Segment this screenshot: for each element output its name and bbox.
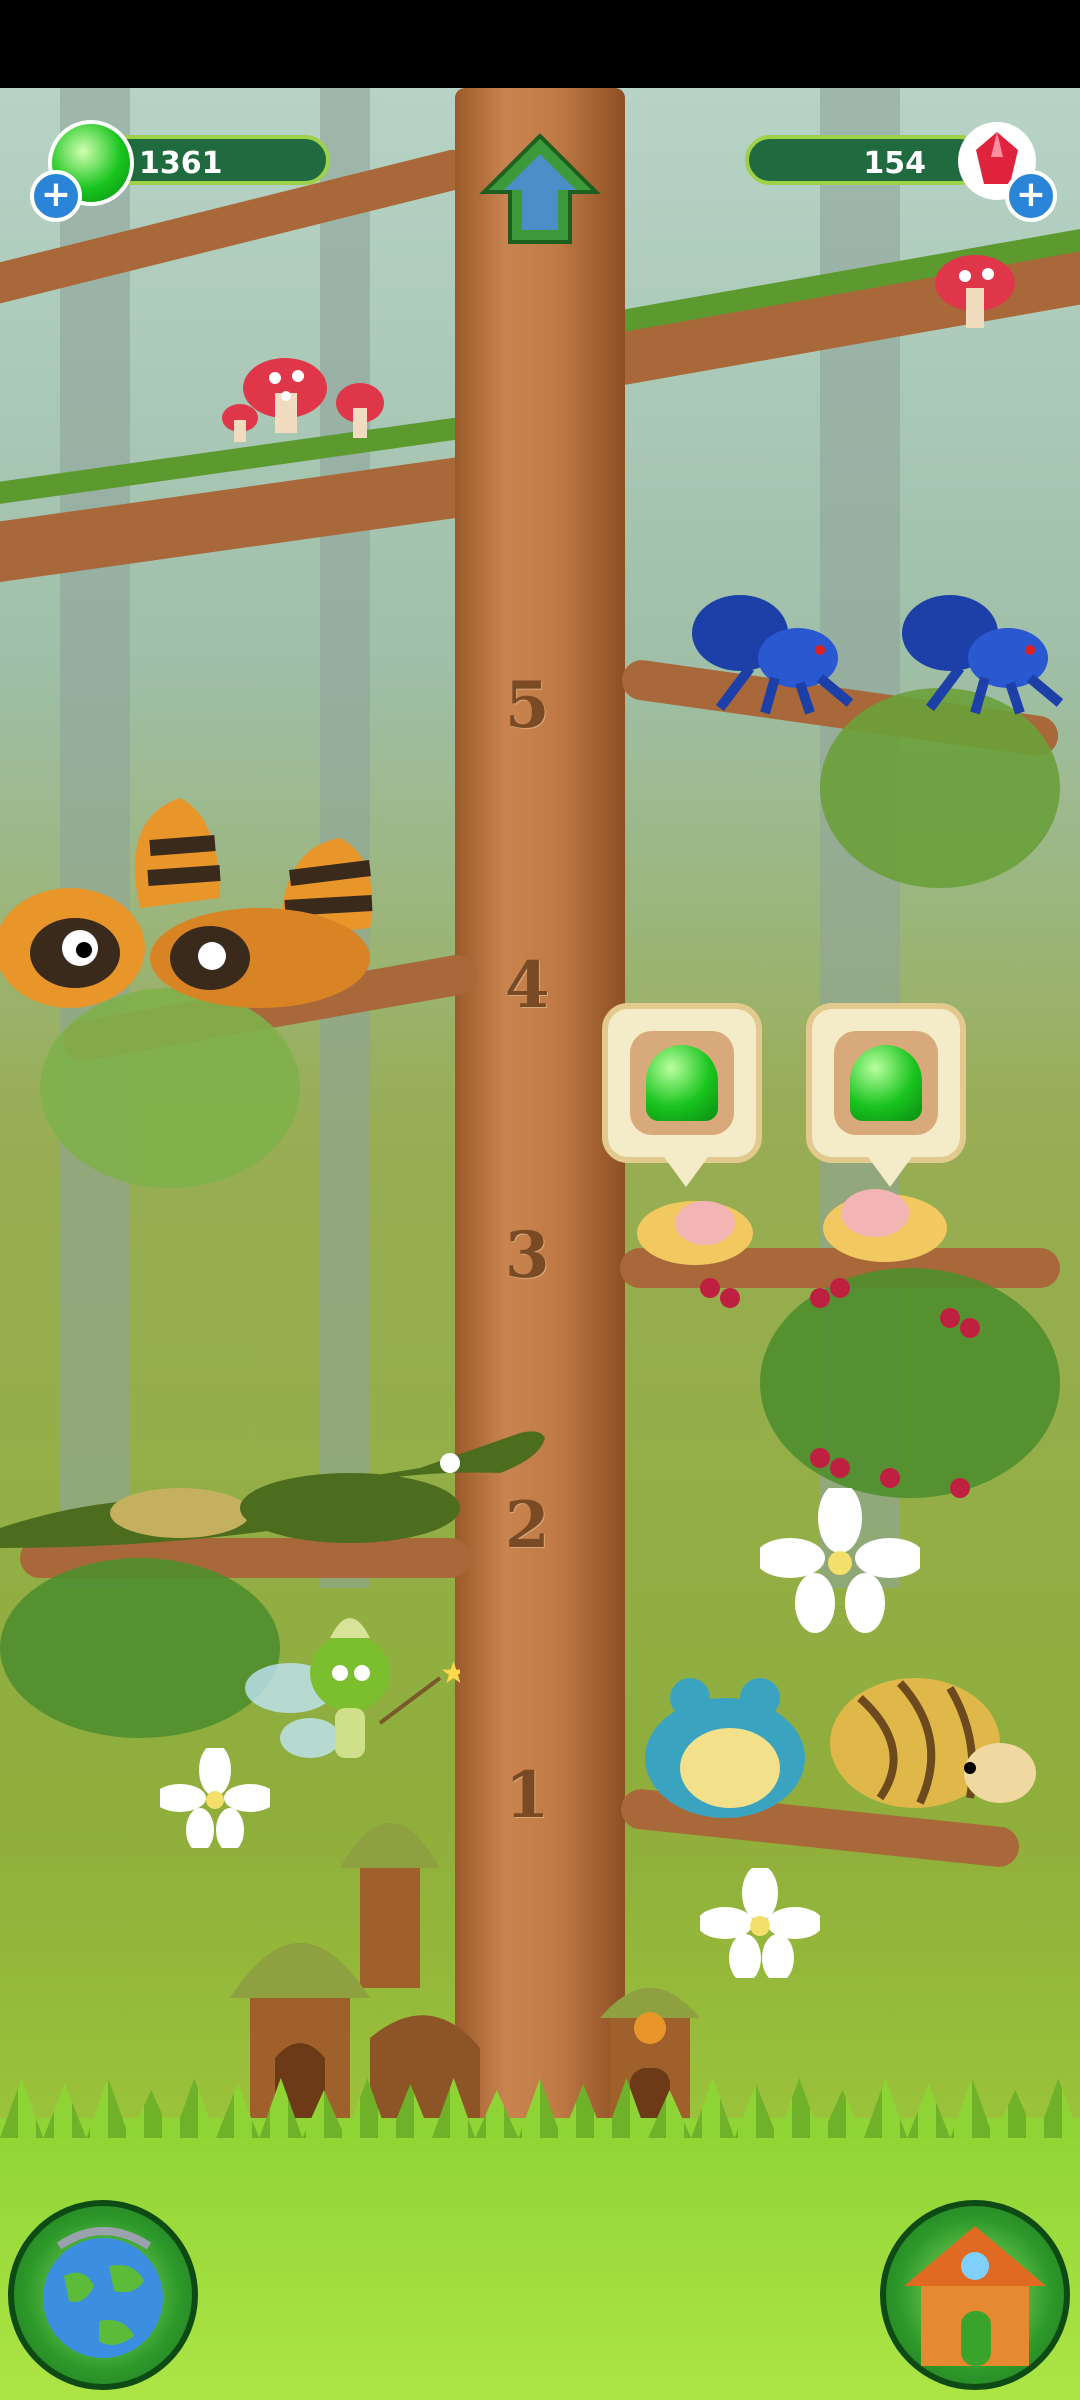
globe-icon — [43, 2227, 163, 2358]
house-icon — [904, 2226, 1046, 2366]
level-number-4: 4 — [505, 948, 550, 1023]
add-gem-button[interactable]: + — [1005, 170, 1057, 222]
mushroom-cluster — [222, 358, 384, 442]
leaves — [820, 688, 1060, 888]
fairy-character[interactable]: ★ — [240, 1598, 460, 1798]
jelly-icon — [646, 1045, 718, 1121]
up-arrow-icon[interactable] — [478, 130, 602, 250]
spider-creature[interactable] — [890, 588, 1070, 718]
add-jelly-button[interactable]: + — [30, 170, 82, 222]
svg-text:★: ★ — [440, 1656, 460, 1691]
jelly-collect-bubble[interactable] — [602, 1003, 762, 1187]
level-number-1: 1 — [505, 1758, 550, 1833]
leaves — [40, 988, 300, 1188]
leaves — [0, 1558, 280, 1738]
level-number-3: 3 — [505, 1218, 550, 1293]
game-scene: 5 4 3 2 1 ★ — [0, 88, 1080, 2400]
gem-count: 154 — [863, 146, 926, 181]
jelly-icon — [850, 1045, 922, 1121]
house-button[interactable] — [880, 2200, 1070, 2390]
spider-creature[interactable] — [680, 588, 860, 718]
frog-creature[interactable] — [630, 1658, 820, 1828]
jelly-count: 1361 — [139, 146, 223, 181]
jelly-collect-bubble[interactable] — [806, 1003, 966, 1187]
sleeping-creature[interactable] — [630, 1188, 760, 1268]
raccoon-creature[interactable] — [0, 758, 400, 1018]
crocodile-creature[interactable] — [0, 1398, 560, 1558]
flower — [760, 1488, 920, 1633]
mushroom — [935, 255, 1015, 328]
status-bar — [0, 0, 1080, 88]
striped-creature[interactable] — [820, 1658, 1040, 1828]
sleeping-creature[interactable] — [815, 1178, 955, 1268]
gem-counter-bar: 154 — [745, 135, 985, 185]
berries — [700, 1278, 980, 1498]
flower — [700, 1868, 820, 1978]
globe-button[interactable] — [8, 2200, 198, 2390]
level-number-5: 5 — [505, 668, 550, 743]
